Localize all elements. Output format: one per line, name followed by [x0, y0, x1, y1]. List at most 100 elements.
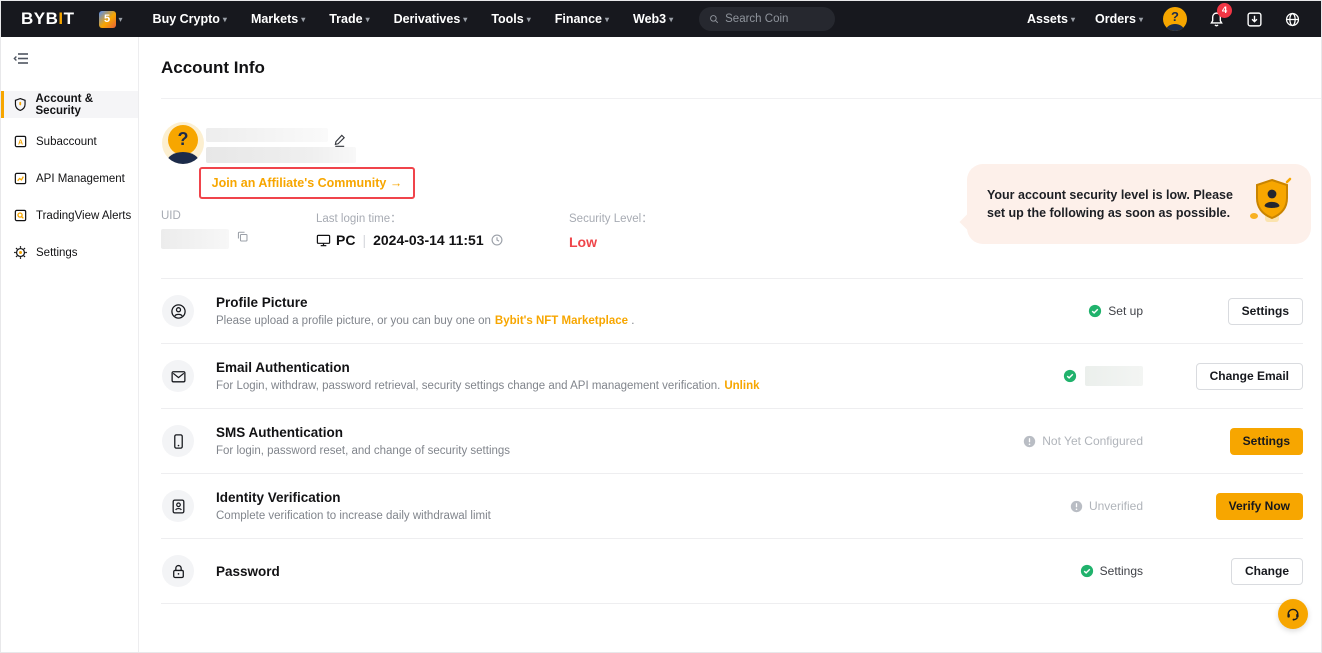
sidebar-item-label: Account & Security: [36, 93, 139, 117]
anniversary-menu[interactable]: 5 ▾: [85, 11, 123, 28]
chevron-down-icon: ▾: [119, 15, 123, 24]
row-status: Set up: [983, 304, 1143, 318]
last-login-label: Last login time：: [316, 210, 509, 226]
status-text: Settings: [1100, 564, 1143, 578]
row-description: For Login, withdraw, password retrieval,…: [216, 380, 759, 392]
chevron-down-icon: ▾: [301, 15, 305, 24]
lock-icon: [162, 555, 194, 587]
sidebar-item-label: Settings: [36, 247, 78, 259]
sidebar-item-subaccount[interactable]: A Subaccount: [1, 128, 138, 155]
uid-label: UID: [161, 210, 249, 222]
security-notice: Your account security level is low. Plea…: [967, 164, 1311, 244]
collapse-sidebar-button[interactable]: [13, 51, 31, 67]
download-app-button[interactable]: [1244, 9, 1264, 29]
smartphone-icon: [162, 425, 194, 457]
join-affiliate-community-link[interactable]: Join an Affiliate's Community →: [199, 167, 415, 199]
search-input[interactable]: [725, 13, 825, 25]
change-password-button[interactable]: Change: [1231, 558, 1303, 585]
row-sms-authentication: SMS Authentication For login, password r…: [161, 409, 1303, 474]
chevron-down-icon: ▾: [527, 15, 531, 24]
security-level-block: Security Level： Low: [569, 210, 653, 250]
status-text: Set up: [1108, 304, 1143, 318]
gear-icon: [13, 245, 28, 260]
download-icon: [1246, 11, 1263, 28]
api-icon: [13, 171, 28, 186]
chevron-down-icon: ▾: [669, 15, 673, 24]
row-profile-picture: Profile Picture Please upload a profile …: [161, 279, 1303, 344]
row-description: For login, password reset, and change of…: [216, 445, 510, 457]
row-identity-verification: Identity Verification Complete verificat…: [161, 474, 1303, 539]
notifications-button[interactable]: 4: [1206, 9, 1226, 29]
uid-value-blurred: [161, 229, 229, 249]
nav-item-orders[interactable]: Orders▾: [1095, 12, 1143, 26]
username-blurred: [206, 128, 328, 142]
login-time: 2024-03-14 11:51: [373, 232, 484, 248]
search-icon: [709, 13, 719, 25]
user-avatar[interactable]: ?: [1163, 7, 1187, 31]
edit-username-button[interactable]: [332, 133, 347, 153]
status-text: Not Yet Configured: [1042, 434, 1143, 448]
copy-uid-button[interactable]: [236, 230, 249, 248]
security-level-value: Low: [569, 234, 653, 250]
warning-circle-icon: [1023, 435, 1036, 448]
nft-marketplace-link[interactable]: Bybit's NFT Marketplace: [495, 315, 628, 327]
pencil-icon: [332, 133, 347, 148]
nav-item-derivatives[interactable]: Derivatives▾: [394, 12, 468, 26]
unlink-email-link[interactable]: Unlink: [724, 380, 759, 392]
menu-fold-icon: [13, 51, 30, 66]
row-title: Email Authentication: [216, 360, 759, 375]
row-title: Identity Verification: [216, 490, 491, 505]
profile-picture-settings-button[interactable]: Settings: [1228, 298, 1303, 325]
nav-right: Assets▾ Orders▾ ? 4: [1017, 7, 1311, 31]
chevron-down-icon: ▾: [1139, 15, 1143, 24]
sidebar-item-account-security[interactable]: Account & Security: [1, 91, 138, 118]
nav-item-web3[interactable]: Web3▾: [633, 12, 673, 26]
verify-now-button[interactable]: Verify Now: [1216, 493, 1303, 520]
sidebar-menu: Account & Security A Subaccount API Mana…: [1, 91, 138, 266]
page-title: Account Info: [161, 58, 265, 78]
language-button[interactable]: [1282, 9, 1302, 29]
security-settings-list: Profile Picture Please upload a profile …: [161, 278, 1303, 604]
row-title: Profile Picture: [216, 295, 634, 310]
change-email-button[interactable]: Change Email: [1196, 363, 1303, 390]
sidebar-item-label: API Management: [36, 173, 125, 185]
security-level-label: Security Level：: [569, 210, 653, 226]
chevron-down-icon: ▾: [463, 15, 467, 24]
sms-settings-button[interactable]: Settings: [1230, 428, 1303, 455]
svg-text:A: A: [18, 139, 23, 146]
bybit-logo[interactable]: BYBIT: [21, 9, 75, 29]
nav-item-finance[interactable]: Finance▾: [555, 12, 609, 26]
clock-icon: [490, 233, 504, 247]
main-menu: Buy Crypto▾ Markets▾ Trade▾ Derivatives▾…: [141, 12, 686, 26]
search-box[interactable]: [699, 7, 835, 31]
sidebar-item-label: Subaccount: [36, 136, 97, 148]
top-navbar: BYBIT 5 ▾ Buy Crypto▾ Markets▾ Trade▾ De…: [1, 1, 1322, 37]
last-login-block: Last login time： PC | 2024-03-14 11:51: [316, 210, 509, 248]
check-circle-icon: [1088, 304, 1102, 318]
status-text: Unverified: [1089, 499, 1143, 513]
sidebar-item-settings[interactable]: Settings: [1, 239, 138, 266]
anniversary-5-icon: 5: [99, 11, 116, 28]
nav-item-buy-crypto[interactable]: Buy Crypto▾: [153, 12, 227, 26]
chevron-down-icon: ▾: [366, 15, 370, 24]
row-title: SMS Authentication: [216, 425, 510, 440]
row-description: Complete verification to increase daily …: [216, 510, 491, 522]
support-chat-button[interactable]: [1278, 599, 1308, 629]
row-status: Unverified: [983, 499, 1143, 513]
nav-item-markets[interactable]: Markets▾: [251, 12, 305, 26]
notice-line-2: set up the following as soon as possible…: [987, 204, 1239, 222]
sidebar-item-label: TradingView Alerts: [36, 210, 131, 222]
sidebar-item-tradingview-alerts[interactable]: TradingView Alerts: [1, 202, 138, 229]
email-icon: [162, 360, 194, 392]
check-circle-icon: [1080, 564, 1094, 578]
email-address-blurred: [1085, 366, 1143, 386]
warning-circle-icon: [1070, 500, 1083, 513]
profile-avatar[interactable]: ?: [162, 122, 204, 164]
check-circle-icon: [1063, 369, 1077, 383]
chevron-down-icon: ▾: [1071, 15, 1075, 24]
sidebar-item-api-management[interactable]: API Management: [1, 165, 138, 192]
nav-item-tools[interactable]: Tools▾: [491, 12, 530, 26]
nav-item-trade[interactable]: Trade▾: [329, 12, 369, 26]
uid-block: UID: [161, 210, 249, 249]
nav-item-assets[interactable]: Assets▾: [1027, 12, 1075, 26]
